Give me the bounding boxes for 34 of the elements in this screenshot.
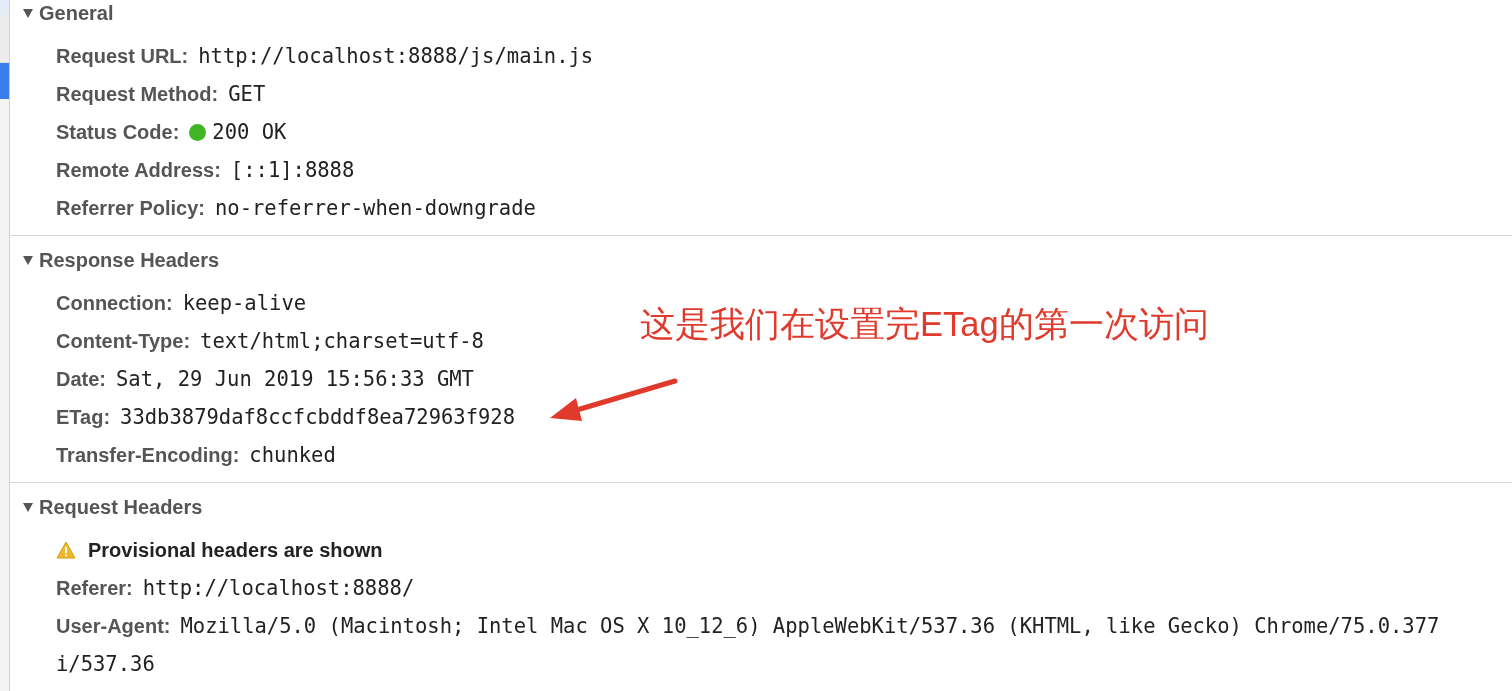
section-title[interactable]: General: [39, 0, 114, 28]
header-name: Content-Type:: [56, 329, 191, 353]
header-value: 200 OK: [212, 119, 287, 144]
header-name: Request Method:: [56, 82, 219, 106]
header-name: Status Code:: [56, 120, 180, 144]
expand-triangle-icon[interactable]: [22, 501, 34, 513]
warning-message: Provisional headers are shown: [88, 538, 383, 562]
header-value: Sat, 29 Jun 2019 15:56:33 GMT: [116, 366, 474, 391]
header-value: keep-alive: [182, 290, 307, 315]
header-name: Transfer-Encoding:: [56, 443, 240, 467]
warning-icon: [56, 541, 76, 559]
header-value: http://localhost:8888/js/main.js: [198, 43, 594, 68]
expand-triangle-icon[interactable]: [22, 7, 34, 19]
annotation-text: 这是我们在设置完ETag的第一次访问: [640, 304, 1209, 345]
header-value: chunked: [249, 442, 336, 467]
header-value: no-referrer-when-downgrade: [214, 195, 536, 220]
section-title[interactable]: Response Headers: [39, 245, 220, 275]
expand-triangle-icon[interactable]: [22, 254, 34, 266]
header-name: Referrer Policy:: [56, 196, 205, 220]
header-value: GET: [228, 81, 266, 106]
header-name: User-Agent:: [56, 614, 171, 638]
header-name: Referer:: [56, 576, 133, 600]
header-name: ETag:: [56, 405, 111, 429]
header-name: Date:: [56, 367, 106, 391]
header-value: 33db3879daf8ccfcbddf8ea72963f928: [120, 404, 516, 429]
header-value: text/html;charset=utf-8: [200, 328, 484, 353]
section-title[interactable]: Request Headers: [39, 492, 203, 522]
header-value: [::1]:8888: [230, 157, 355, 182]
header-value: Mozilla/5.0 (Macintosh; Intel Mac OS X 10_12_6) AppleWebKit/537.36 (KHTML, like Gecko) Chrome/75.0.377: [180, 613, 1440, 638]
header-name: Remote Address:: [56, 158, 221, 182]
header-value: http://localhost:8888/: [142, 575, 415, 600]
header-name: Connection:: [56, 291, 173, 315]
header-name: Request URL:: [56, 44, 189, 68]
header-value: i/537.36: [56, 651, 155, 676]
